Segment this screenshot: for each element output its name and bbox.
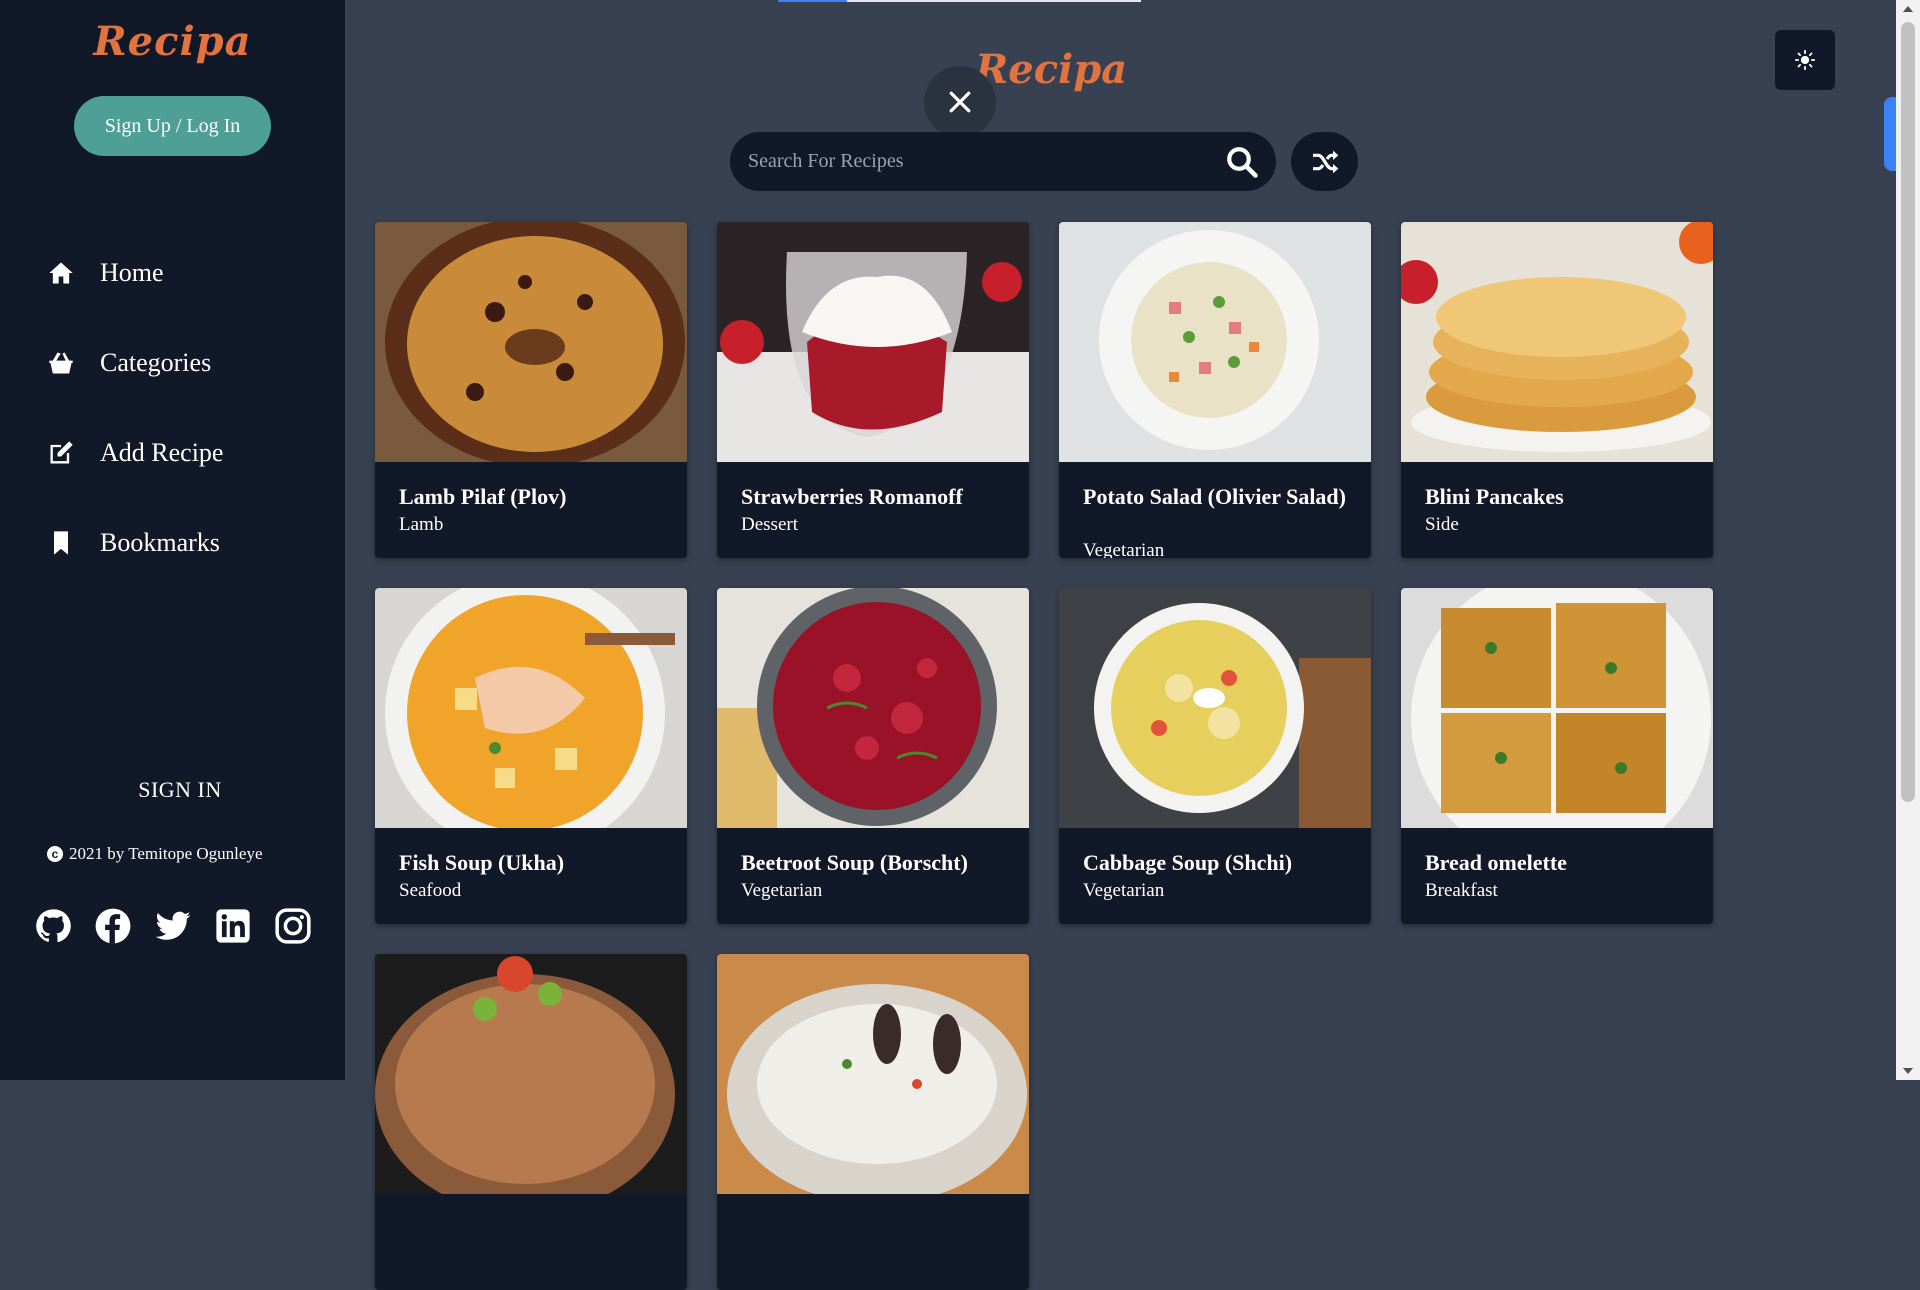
recipe-category: Vegetarian bbox=[1083, 880, 1165, 901]
recipe-title: Fish Soup (Ukha) bbox=[399, 850, 565, 875]
instagram-icon[interactable] bbox=[274, 907, 312, 945]
sidebar-item-label: Home bbox=[100, 258, 164, 287]
shuffle-icon bbox=[1312, 150, 1338, 173]
recipe-image-fish-soup bbox=[375, 588, 687, 828]
recipe-title: Strawberries Romanoff bbox=[741, 484, 963, 509]
recipe-card[interactable] bbox=[717, 954, 1029, 1290]
recipe-image bbox=[375, 954, 687, 1194]
recipe-card[interactable]: Strawberries Romanoff Dessert bbox=[717, 222, 1029, 558]
search-icon[interactable] bbox=[1224, 144, 1260, 180]
sidebar-item-label: Add Recipe bbox=[100, 438, 224, 467]
copyright-icon: c bbox=[47, 846, 63, 862]
copyright-text: 2021 by Temitope Ogunleye bbox=[69, 844, 263, 863]
sidebar-item-label: Bookmarks bbox=[100, 528, 220, 557]
recipe-title: Lamb Pilaf (Plov) bbox=[399, 484, 567, 509]
recipe-category: Vegetarian bbox=[1083, 540, 1165, 558]
sign-in-link[interactable]: SIGN IN bbox=[0, 777, 360, 803]
search-input[interactable] bbox=[730, 149, 1224, 174]
recipe-card[interactable] bbox=[375, 954, 687, 1290]
close-button[interactable] bbox=[924, 66, 996, 138]
sidebar-logo[interactable]: Recipa bbox=[0, 18, 345, 65]
scroll-up-arrow-icon[interactable] bbox=[1903, 6, 1913, 12]
recipe-title: Bread omelette bbox=[1425, 850, 1567, 875]
theme-toggle-button[interactable] bbox=[1775, 30, 1835, 90]
recipe-card[interactable]: Lamb Pilaf (Plov) Lamb bbox=[375, 222, 687, 558]
sidebar: Recipa Sign Up / Log In Home Categories … bbox=[0, 0, 345, 1080]
recipe-category: Lamb bbox=[399, 514, 444, 535]
sidebar-item-home[interactable]: Home bbox=[46, 248, 164, 298]
recipe-title: Potato Salad (Olivier Salad) bbox=[1083, 484, 1346, 509]
recipe-category: Dessert bbox=[741, 514, 798, 535]
recipe-card[interactable]: Potato Salad (Olivier Salad) Vegetarian bbox=[1059, 222, 1371, 558]
copyright: c 2021 by Temitope Ogunleye bbox=[47, 844, 263, 864]
close-icon bbox=[949, 91, 971, 113]
recipe-title: Cabbage Soup (Shchi) bbox=[1083, 850, 1293, 875]
recipe-card[interactable]: Bread omelette Breakfast bbox=[1401, 588, 1713, 924]
github-icon[interactable] bbox=[34, 907, 72, 945]
loading-bar bbox=[778, 0, 1141, 2]
recipe-category: Seafood bbox=[399, 880, 462, 901]
search-bar bbox=[730, 132, 1276, 191]
feedback-tab[interactable] bbox=[1884, 97, 1896, 171]
sidebar-item-label: Categories bbox=[100, 348, 212, 377]
linkedin-icon[interactable] bbox=[214, 907, 252, 945]
random-recipe-button[interactable] bbox=[1291, 132, 1358, 191]
scroll-down-arrow-icon[interactable] bbox=[1903, 1068, 1913, 1074]
recipe-card[interactable]: Cabbage Soup (Shchi) Vegetarian bbox=[1059, 588, 1371, 924]
recipe-image-potato-salad bbox=[1059, 222, 1371, 462]
home-icon bbox=[46, 258, 76, 288]
recipe-title: Blini Pancakes bbox=[1425, 484, 1564, 509]
twitter-icon[interactable] bbox=[154, 907, 192, 945]
sidebar-item-categories[interactable]: Categories bbox=[46, 338, 211, 388]
recipe-image-bread-omelette bbox=[1401, 588, 1713, 828]
recipe-image-blini-pancakes bbox=[1401, 222, 1713, 462]
recipe-image-strawberries-romanoff bbox=[717, 222, 1029, 462]
recipe-card[interactable]: Fish Soup (Ukha) Seafood bbox=[375, 588, 687, 924]
recipe-image-cabbage-soup bbox=[1059, 588, 1371, 828]
scrollbar[interactable] bbox=[1896, 0, 1920, 1080]
sidebar-item-bookmarks[interactable]: Bookmarks bbox=[46, 518, 220, 568]
social-links bbox=[34, 907, 334, 945]
bookmark-icon bbox=[46, 528, 76, 558]
main-logo[interactable]: Recipa bbox=[975, 46, 1127, 93]
recipe-title: Beetroot Soup (Borscht) bbox=[741, 850, 968, 875]
recipe-image bbox=[717, 954, 1029, 1194]
recipe-card[interactable]: Beetroot Soup (Borscht) Vegetarian bbox=[717, 588, 1029, 924]
sign-up-login-button[interactable]: Sign Up / Log In bbox=[74, 96, 271, 156]
recipe-card[interactable]: Blini Pancakes Side bbox=[1401, 222, 1713, 558]
loading-bar-fill bbox=[778, 0, 847, 2]
recipe-category: Vegetarian bbox=[741, 880, 823, 901]
recipe-image-beetroot-soup bbox=[717, 588, 1029, 828]
recipe-category: Side bbox=[1425, 514, 1459, 535]
sun-icon bbox=[1794, 49, 1816, 71]
sidebar-item-add-recipe[interactable]: Add Recipe bbox=[46, 428, 223, 478]
recipe-category: Breakfast bbox=[1425, 880, 1498, 901]
facebook-icon[interactable] bbox=[94, 907, 132, 945]
basket-icon bbox=[46, 348, 76, 378]
scrollbar-thumb[interactable] bbox=[1901, 22, 1915, 802]
recipe-image-lamb-pilaf bbox=[375, 222, 687, 462]
edit-icon bbox=[46, 438, 76, 468]
